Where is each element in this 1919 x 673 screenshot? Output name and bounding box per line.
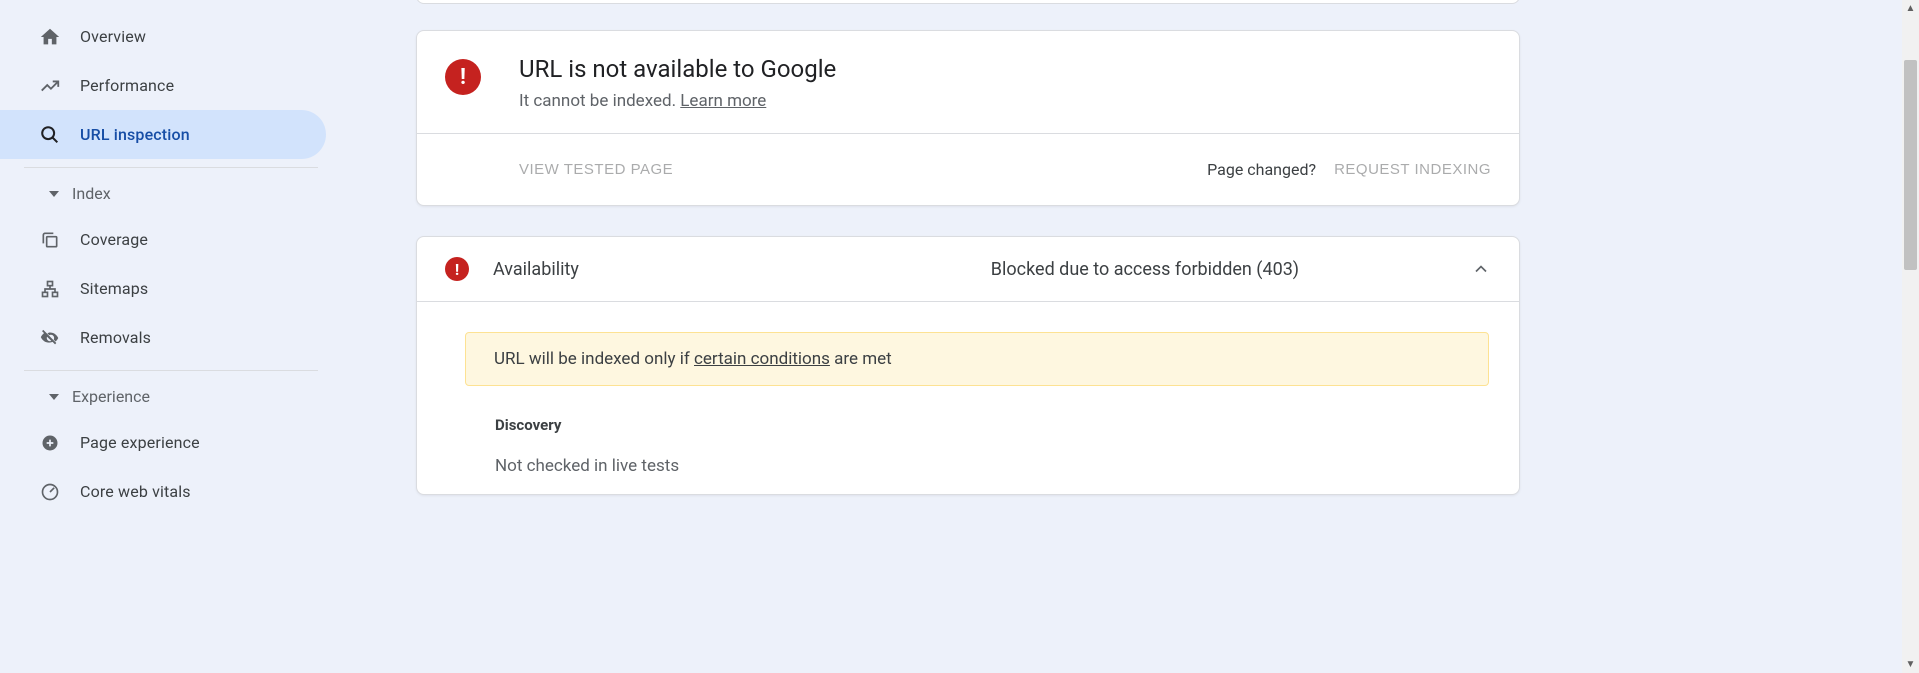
main-content: ! URL is not available to Google It cann… [416,0,1520,495]
sidebar-section-experience[interactable]: Experience [24,370,318,418]
status-card: ! URL is not available to Google It cann… [416,30,1520,206]
sidebar-item-label: Page experience [80,433,200,452]
index-conditions-notice: URL will be indexed only if certain cond… [465,332,1489,386]
page-changed-label: Page changed? [1207,160,1316,179]
sidebar-item-url-inspection[interactable]: URL inspection [0,110,326,159]
sidebar-item-label: Removals [80,328,151,347]
status-title: URL is not available to Google [519,55,836,83]
home-icon [38,25,62,49]
card-actions: VIEW TESTED PAGE Page changed? REQUEST I… [417,133,1519,205]
sidebar-item-removals[interactable]: Removals [0,313,326,362]
error-icon: ! [445,59,481,95]
sidebar: Overview Performance URL inspection Inde… [0,0,380,673]
certain-conditions-link[interactable]: certain conditions [694,349,830,369]
discovery-sub: Not checked in live tests [495,456,1489,476]
availability-status: Blocked due to access forbidden (403) [819,259,1471,280]
error-icon: ! [445,257,469,281]
sidebar-item-label: URL inspection [80,125,190,144]
search-icon [38,123,62,147]
discovery-block: Discovery Not checked in live tests [417,386,1519,494]
vertical-scrollbar[interactable]: ▲ ▼ [1902,0,1919,673]
section-label: Experience [72,387,150,406]
sidebar-item-label: Performance [80,76,174,95]
sidebar-item-overview[interactable]: Overview [0,12,326,61]
sidebar-item-label: Core web vitals [80,482,191,501]
sidebar-section-index[interactable]: Index [24,167,318,215]
caret-down-icon [48,188,60,200]
sidebar-item-sitemaps[interactable]: Sitemaps [0,264,326,313]
sidebar-item-label: Coverage [80,230,148,249]
learn-more-link[interactable]: Learn more [680,91,766,111]
caret-down-icon [48,391,60,403]
discovery-title: Discovery [495,416,1489,434]
sitemap-icon [38,277,62,301]
scroll-thumb[interactable] [1904,60,1917,270]
copy-icon [38,228,62,252]
section-label: Index [72,184,111,203]
chevron-up-icon [1471,259,1491,279]
status-subtitle: It cannot be indexed. Learn more [519,91,836,111]
scroll-down-arrow[interactable]: ▼ [1902,656,1919,673]
sidebar-item-label: Sitemaps [80,279,148,298]
gauge-icon [38,480,62,504]
scroll-up-arrow[interactable]: ▲ [1902,0,1919,17]
view-tested-page-button[interactable]: VIEW TESTED PAGE [519,161,673,178]
plus-circle-icon [38,431,62,455]
availability-card: ! Availability Blocked due to access for… [416,236,1520,495]
sidebar-item-core-web-vitals[interactable]: Core web vitals [0,467,326,516]
sidebar-item-page-experience[interactable]: Page experience [0,418,326,467]
sidebar-item-performance[interactable]: Performance [0,61,326,110]
sidebar-item-coverage[interactable]: Coverage [0,215,326,264]
request-indexing-button[interactable]: REQUEST INDEXING [1334,161,1491,178]
availability-header[interactable]: ! Availability Blocked due to access for… [417,237,1519,302]
availability-title: Availability [493,259,579,280]
visibility-off-icon [38,326,62,350]
sidebar-item-label: Overview [80,27,146,46]
trending-up-icon [38,74,62,98]
